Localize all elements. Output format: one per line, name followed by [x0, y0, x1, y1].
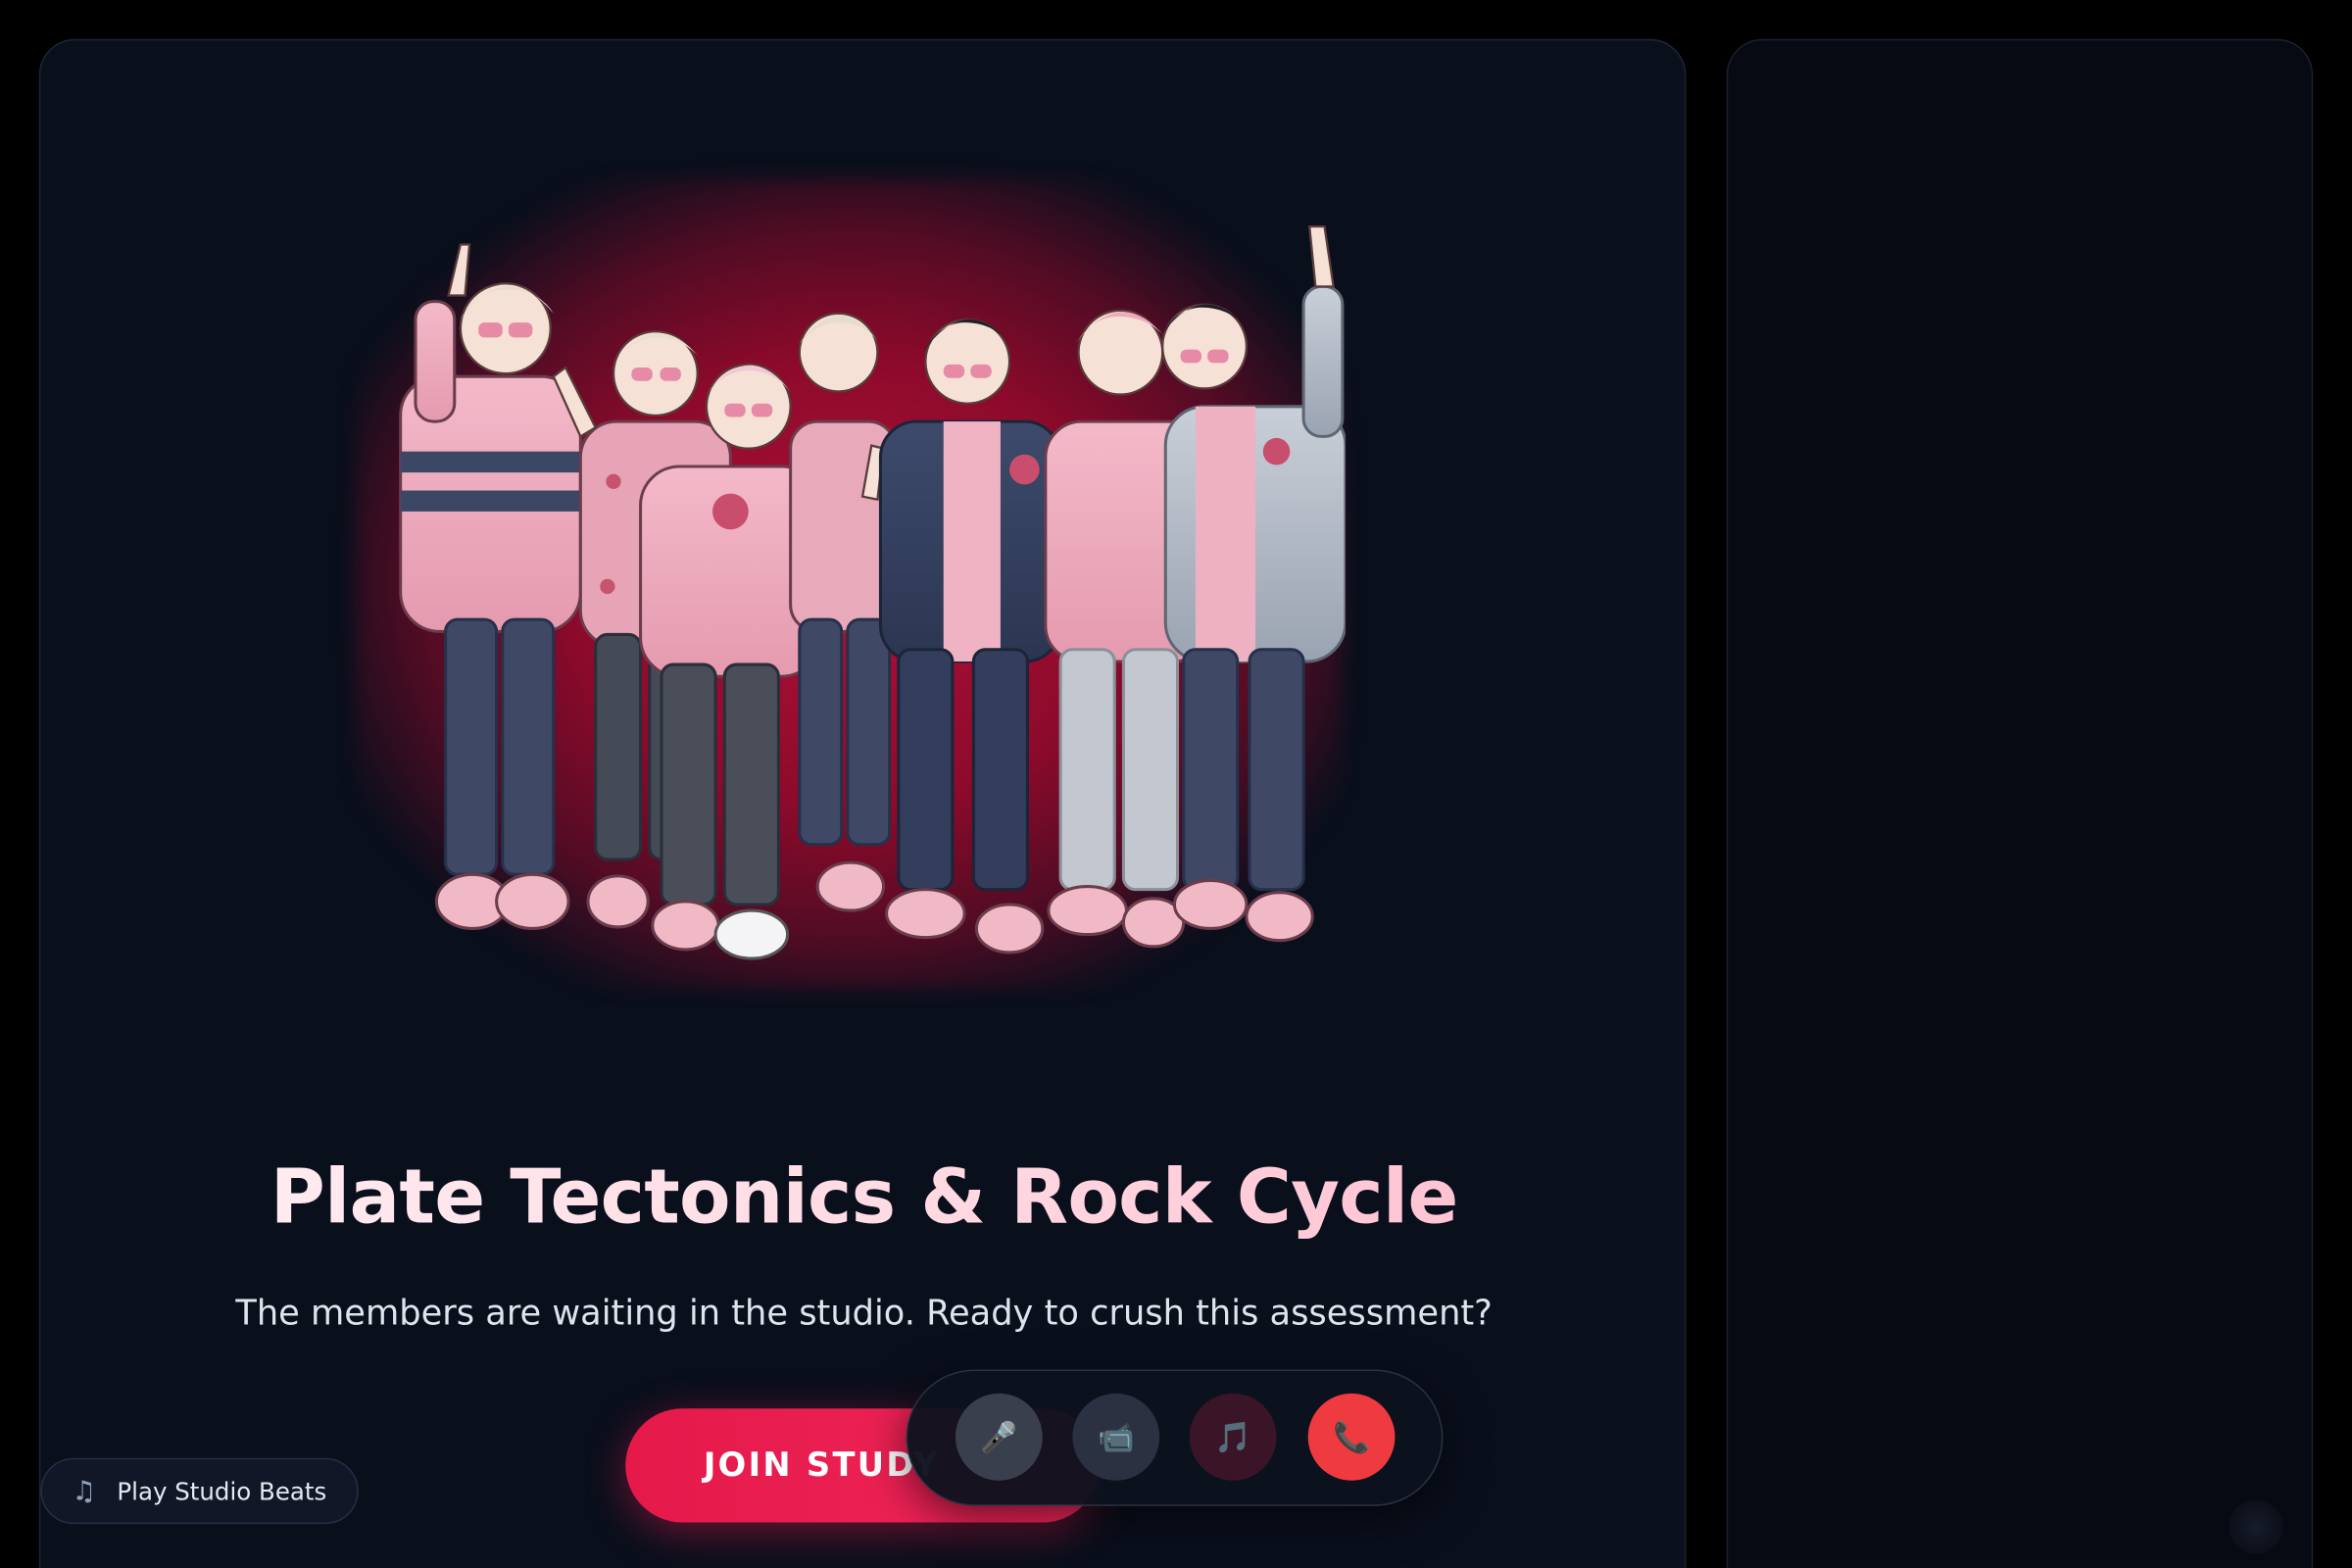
play-studio-beats-label: Play Studio Beats [117, 1476, 327, 1505]
call-controls-bar: 🎤 📹 🎵 📞 [906, 1369, 1444, 1506]
end-call-button[interactable]: 📞 [1307, 1393, 1396, 1481]
music-button[interactable]: 🎵 [1189, 1393, 1277, 1481]
study-room-panel: Plate Tectonics & Rock Cycle The members… [38, 38, 1687, 1568]
band-illustration [399, 224, 1346, 960]
phone-icon: 📞 [1333, 1421, 1371, 1454]
camera-icon: 📹 [1097, 1421, 1135, 1454]
study-title: Plate Tectonics & Rock Cycle [40, 1153, 1685, 1241]
music-note-icon: ♫ [72, 1475, 97, 1507]
microphone-icon: 🎤 [980, 1421, 1018, 1454]
microphone-button[interactable]: 🎤 [955, 1393, 1043, 1481]
member-figure [878, 318, 1062, 955]
side-panel [1726, 38, 2314, 1568]
camera-button[interactable]: 📹 [1072, 1393, 1160, 1481]
music-icon: 🎵 [1214, 1421, 1252, 1454]
member-figure [1159, 224, 1346, 943]
app-stage: Plate Tectonics & Rock Cycle The members… [0, 0, 2352, 1568]
play-studio-beats-button[interactable]: ♫ Play Studio Beats [40, 1457, 359, 1525]
member-figure [399, 243, 582, 930]
side-panel-indicator [2229, 1499, 2283, 1554]
study-subtitle: The members are waiting in the studio. R… [235, 1294, 1493, 1334]
